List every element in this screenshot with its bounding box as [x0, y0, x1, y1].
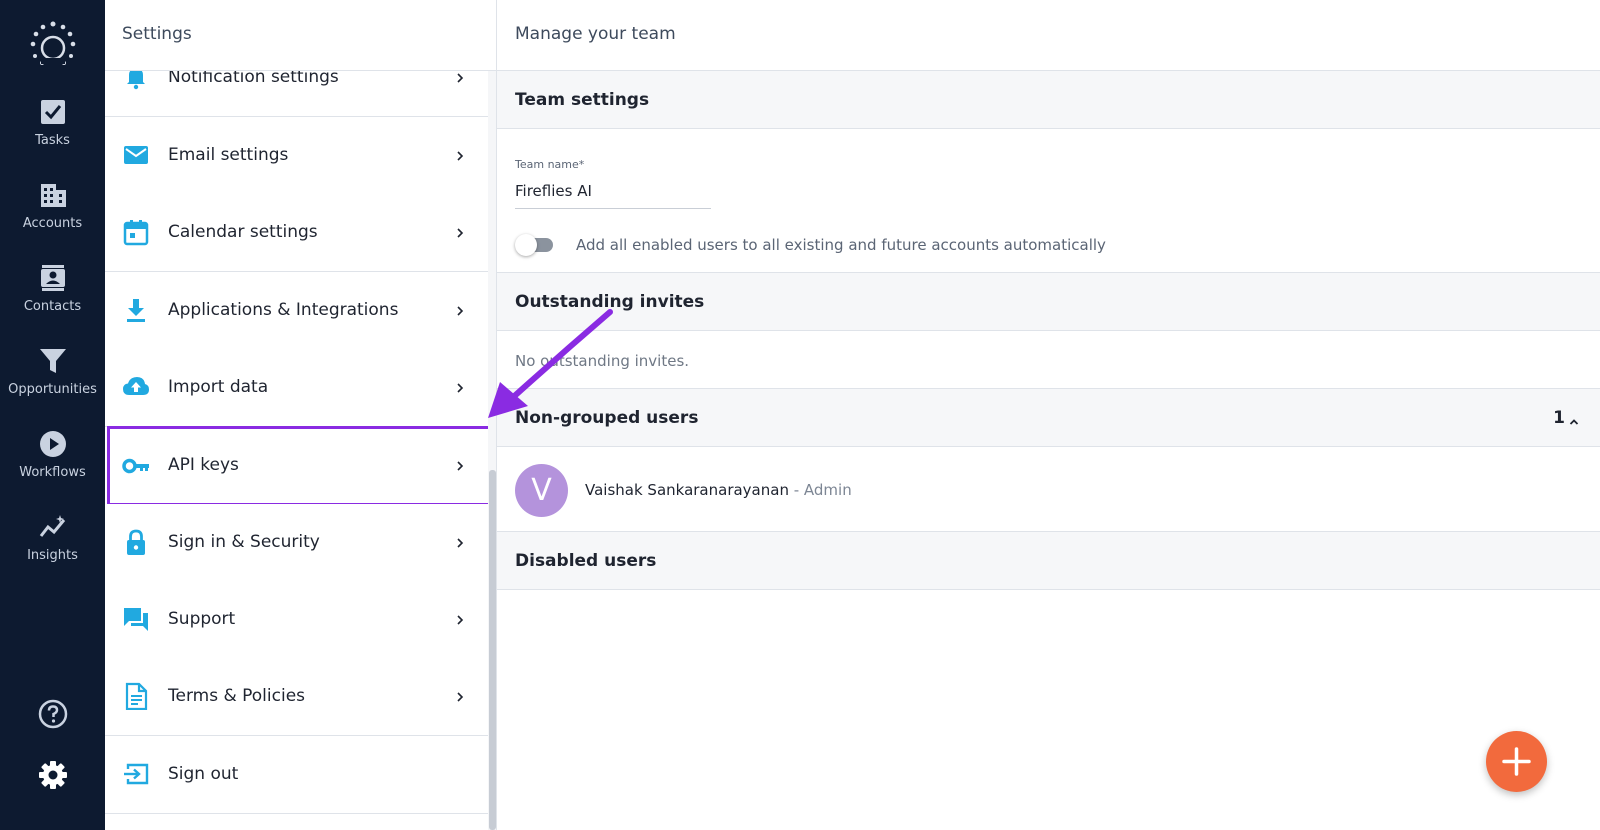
- user-row[interactable]: V Vaishak Sankaranarayanan - Admin: [497, 449, 1600, 532]
- nav-rail: Tasks Accounts Contacts Opportunities Wo…: [0, 0, 105, 830]
- settings-menu-panel: Notification settings Email settings Cal…: [105, 0, 497, 830]
- rail-item-label: Tasks: [35, 133, 70, 148]
- rail-item-contacts[interactable]: Contacts: [0, 263, 105, 333]
- sparkline-icon: [38, 512, 68, 542]
- no-invites-text: No outstanding invites.: [515, 352, 690, 370]
- menu-item-label: Sign in & Security: [168, 532, 320, 552]
- menu-item-label: API keys: [168, 455, 239, 475]
- rail-item-label: Insights: [27, 548, 78, 563]
- chevron-right-icon: [454, 380, 466, 394]
- menu-item-import-data[interactable]: Import data: [105, 349, 488, 427]
- menu-item-label: Calendar settings: [168, 222, 318, 242]
- chevron-right-icon: [454, 535, 466, 549]
- main-header: Manage your team: [497, 0, 1600, 71]
- section-title: Non-grouped users: [515, 408, 699, 428]
- rail-item-accounts[interactable]: Accounts: [0, 180, 105, 250]
- sunburst-logo-icon[interactable]: [27, 18, 79, 70]
- rail-item-opportunities[interactable]: Opportunities: [0, 346, 105, 416]
- avatar: V: [515, 464, 568, 517]
- chevron-right-icon: [454, 225, 466, 239]
- rail-item-workflows[interactable]: Workflows: [0, 429, 105, 499]
- user-name: Vaishak Sankaranarayanan - Admin: [585, 481, 852, 499]
- menu-item-applications-integrations[interactable]: Applications & Integrations: [105, 272, 488, 350]
- team-name-label: Team name*: [515, 158, 585, 171]
- rail-item-insights[interactable]: Insights: [0, 512, 105, 582]
- menu-item-label: Applications & Integrations: [168, 300, 399, 320]
- menu-scrollbar-thumb[interactable]: [489, 470, 496, 830]
- menu-item-terms-policies[interactable]: Terms & Policies: [105, 658, 488, 736]
- user-role: - Admin: [788, 481, 852, 499]
- menu-item-calendar-settings[interactable]: Calendar settings: [105, 194, 488, 272]
- rail-item-tasks[interactable]: Tasks: [0, 97, 105, 167]
- menu-item-label: Email settings: [168, 145, 289, 165]
- sign-out-icon: [122, 760, 150, 788]
- non-grouped-users-section-header[interactable]: Non-grouped users 1: [497, 388, 1600, 447]
- team-settings-section-header: Team settings: [497, 70, 1600, 129]
- section-title: Team settings: [515, 90, 650, 110]
- outstanding-invites-section-header: Outstanding invites: [497, 272, 1600, 331]
- manage-team-main: Manage your team Team settings Team name…: [497, 0, 1600, 830]
- rail-item-label: Opportunities: [8, 382, 97, 397]
- menu-item-label: Support: [168, 609, 236, 629]
- document-icon: [122, 682, 150, 711]
- auto-add-users-toggle[interactable]: [515, 234, 555, 256]
- chevron-up-icon[interactable]: [1568, 413, 1580, 425]
- chevron-right-icon: [454, 689, 466, 703]
- gear-icon[interactable]: [37, 759, 69, 791]
- contact-card-icon: [38, 263, 68, 293]
- key-icon: [122, 452, 150, 480]
- toggle-knob: [515, 234, 537, 256]
- rail-item-label: Accounts: [22, 216, 83, 231]
- checkbox-icon: [38, 97, 68, 127]
- user-name-text: Vaishak Sankaranarayanan: [585, 481, 789, 499]
- menu-item-sign-out[interactable]: Sign out: [105, 736, 488, 814]
- menu-item-label: Terms & Policies: [168, 686, 306, 706]
- chat-bubbles-icon: [122, 605, 150, 633]
- rail-item-label: Contacts: [23, 299, 82, 314]
- envelope-icon: [122, 141, 150, 169]
- page-title: Manage your team: [515, 24, 676, 44]
- section-title: Disabled users: [515, 551, 657, 571]
- help-circle-icon[interactable]: [37, 698, 69, 730]
- menu-item-label: Import data: [168, 377, 269, 397]
- rail-item-label: Workflows: [19, 465, 86, 480]
- chevron-right-icon: [454, 70, 466, 84]
- lock-icon: [122, 528, 150, 556]
- user-count: 1: [1553, 408, 1565, 428]
- chevron-right-icon: [454, 303, 466, 317]
- funnel-icon: [38, 346, 68, 376]
- calendar-icon: [122, 218, 150, 246]
- add-button[interactable]: [1486, 731, 1547, 792]
- auto-add-users-label: Add all enabled users to all existing an…: [576, 236, 1106, 254]
- plus-icon: [1502, 747, 1531, 776]
- chevron-right-icon: [454, 612, 466, 626]
- cloud-upload-icon: [122, 373, 150, 401]
- download-icon: [122, 296, 150, 324]
- play-circle-icon: [38, 429, 68, 459]
- chevron-right-icon: [454, 148, 466, 162]
- disabled-users-section-header: Disabled users: [497, 531, 1600, 590]
- building-icon: [38, 180, 68, 210]
- settings-menu-header: Settings: [105, 0, 496, 71]
- team-name-field[interactable]: Fireflies AI: [515, 182, 711, 209]
- menu-item-sign-in-security[interactable]: Sign in & Security: [105, 504, 488, 582]
- chevron-right-icon: [454, 458, 466, 472]
- menu-item-email-settings[interactable]: Email settings: [105, 117, 488, 195]
- menu-item-label: Sign out: [168, 764, 239, 784]
- menu-item-api-keys[interactable]: API keys: [107, 426, 491, 506]
- section-title: Outstanding invites: [515, 292, 705, 312]
- menu-item-support[interactable]: Support: [105, 581, 488, 659]
- settings-menu-title: Settings: [122, 24, 192, 44]
